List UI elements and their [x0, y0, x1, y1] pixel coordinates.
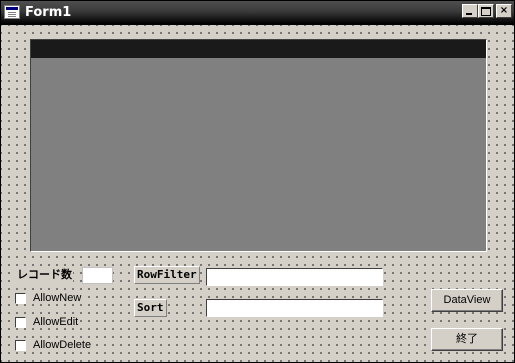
sort-input[interactable]: [206, 299, 383, 317]
data-grid-caption: [31, 40, 486, 58]
rowfilter-label: RowFilter: [134, 266, 200, 284]
window-title: Form1: [25, 5, 72, 20]
allow-new-label: AllowNew: [32, 292, 83, 304]
minimize-icon[interactable]: [462, 4, 478, 18]
sort-label: Sort: [134, 299, 167, 317]
form-client-area: レコード数 RowFilter Sort AllowNew AllowEdit …: [1, 25, 514, 362]
dataview-button[interactable]: DataView: [431, 289, 503, 312]
record-count-label: レコード数: [16, 267, 73, 283]
rowfilter-input[interactable]: [206, 268, 383, 286]
caption-buttons: ×: [462, 4, 512, 18]
allow-new-checkbox-box[interactable]: [15, 292, 26, 304]
allow-edit-checkbox-box[interactable]: [15, 316, 26, 328]
allow-delete-label: AllowDelete: [32, 339, 93, 351]
allow-edit-label: AllowEdit: [32, 316, 80, 328]
data-grid[interactable]: [30, 39, 487, 252]
app-icon[interactable]: [4, 5, 20, 19]
record-count-value: [82, 267, 113, 284]
close-icon[interactable]: ×: [496, 4, 512, 18]
allow-edit-checkbox[interactable]: AllowEdit: [15, 316, 80, 328]
allow-delete-checkbox-box[interactable]: [15, 339, 26, 351]
allow-delete-checkbox[interactable]: AllowDelete: [15, 339, 93, 351]
form-window: Form1 × レコード数 RowFilter Sort AllowNew Al…: [0, 0, 515, 363]
title-bar[interactable]: Form1 ×: [1, 1, 514, 25]
exit-button[interactable]: 終了: [431, 328, 503, 351]
maximize-icon[interactable]: [478, 4, 494, 18]
allow-new-checkbox[interactable]: AllowNew: [15, 292, 83, 304]
